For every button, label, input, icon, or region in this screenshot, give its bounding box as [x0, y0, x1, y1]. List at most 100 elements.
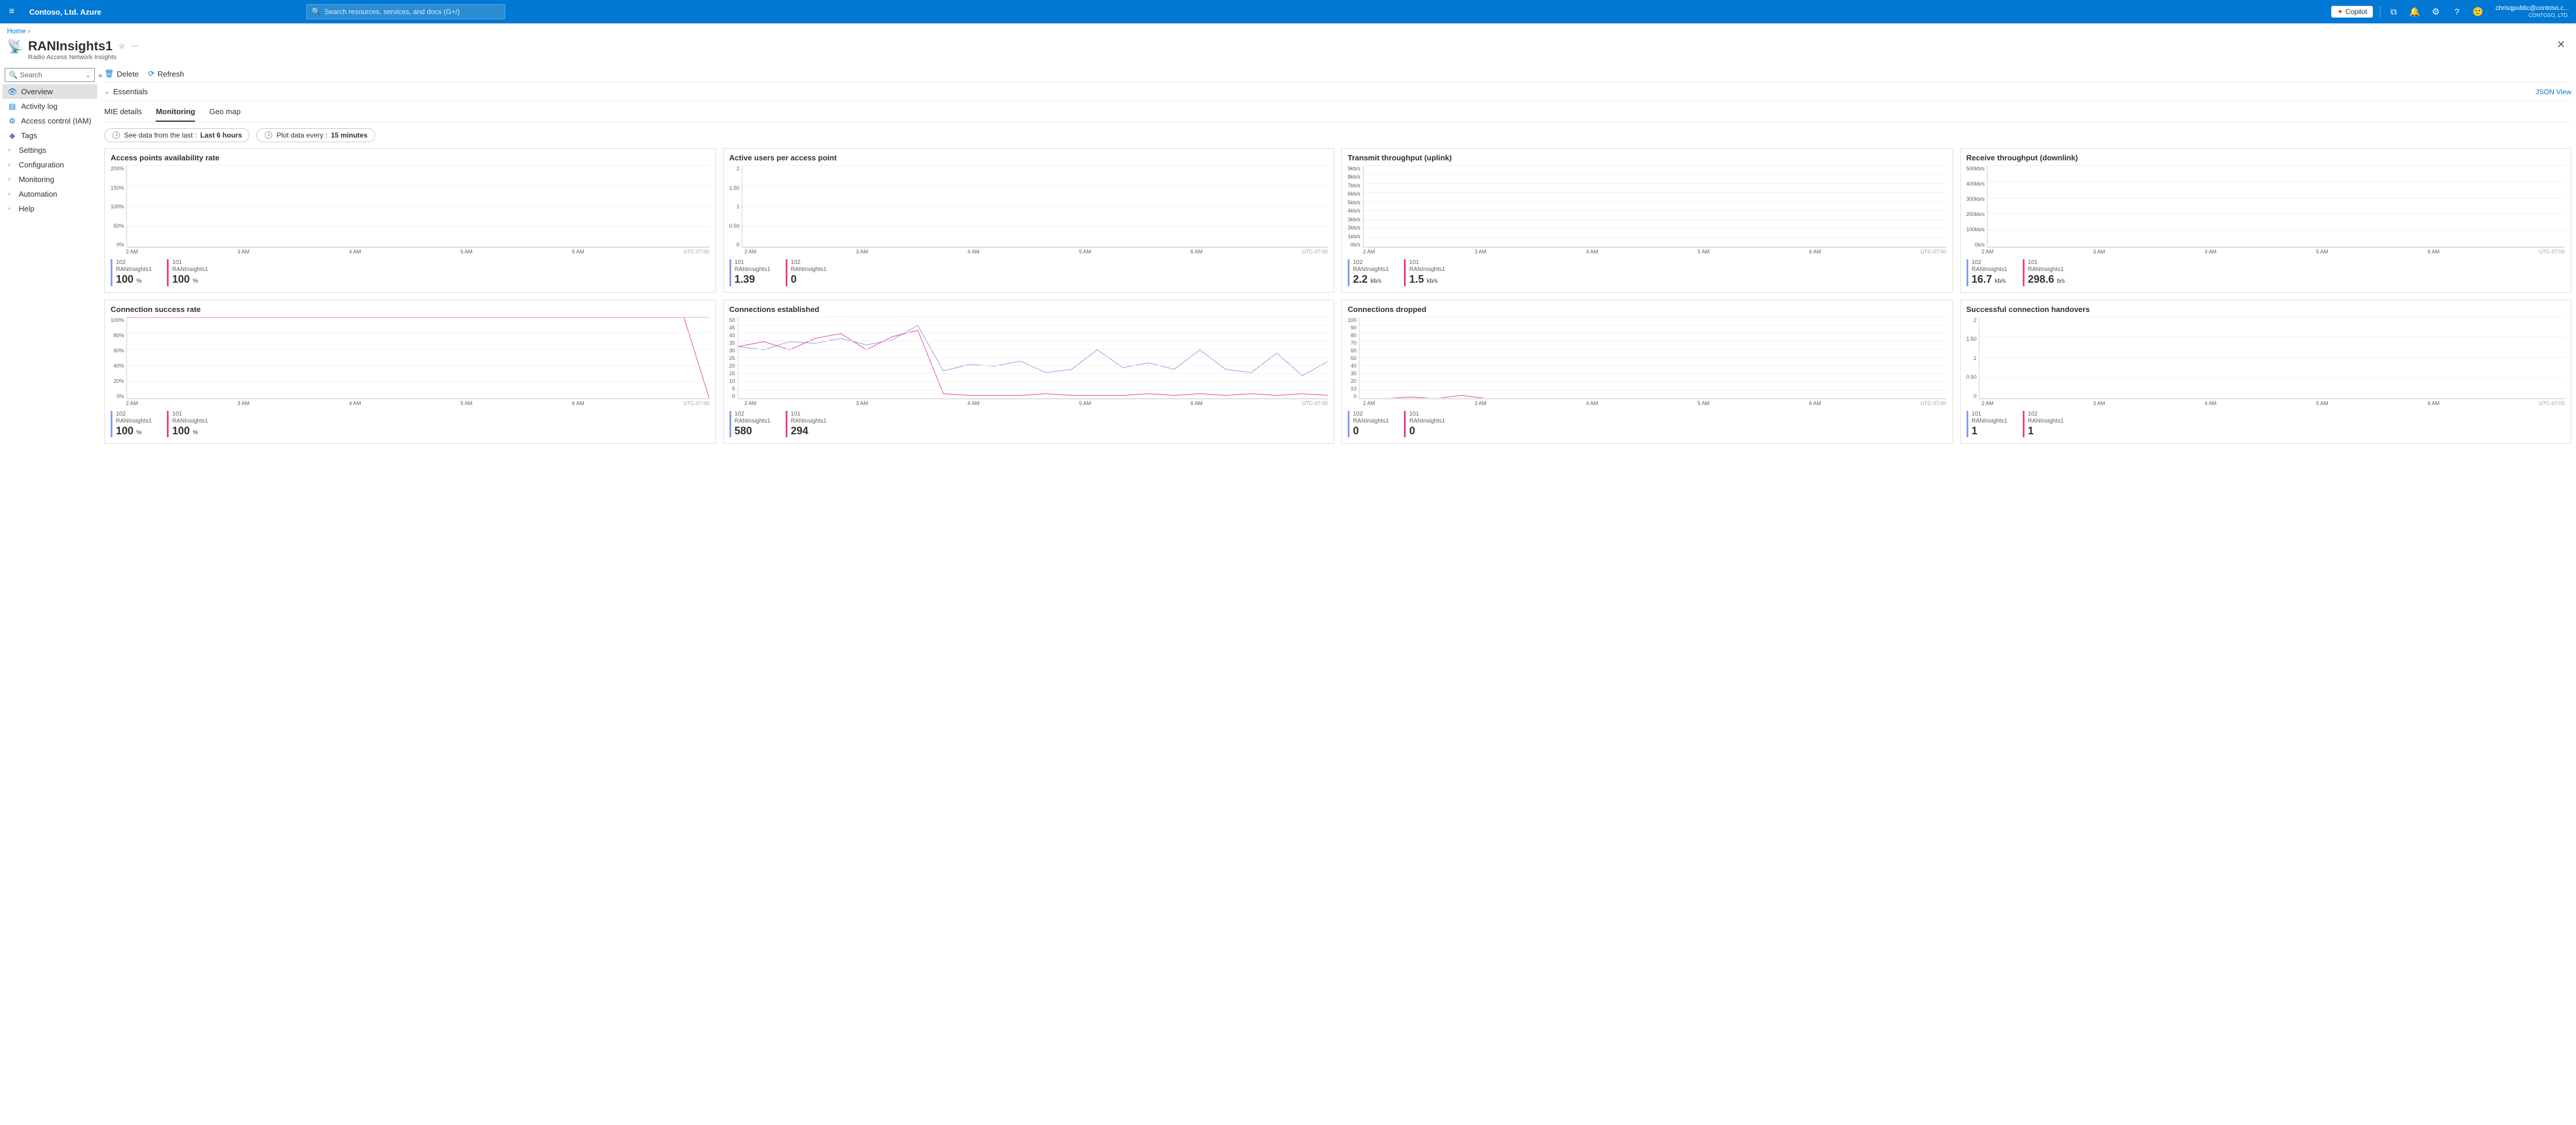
- page-subtitle: Radio Access Network Insights: [28, 54, 139, 61]
- tab-monitoring[interactable]: Monitoring: [156, 105, 195, 122]
- timezone-label: UTC-07:00: [1302, 249, 1328, 255]
- legend-value: 100 %: [172, 425, 208, 438]
- legend-value: 1: [1972, 425, 2008, 438]
- copilot-button[interactable]: ✦ Copilot: [2331, 6, 2373, 18]
- plot-area[interactable]: [742, 166, 1328, 248]
- legend-item: 101RANInsights1298.6 b/s: [2023, 259, 2065, 286]
- sidebar-item-configuration[interactable]: ›Configuration: [2, 157, 97, 172]
- legend-item: 102RANInsights12.2 kb/s: [1348, 259, 1389, 286]
- sidebar-item-automation[interactable]: ›Automation: [2, 187, 97, 201]
- plot-area[interactable]: [1987, 166, 2565, 248]
- sidebar-item-settings[interactable]: ›Settings: [2, 143, 97, 157]
- legend-value: 0: [791, 273, 827, 286]
- legend-value: 298.6 b/s: [2028, 273, 2065, 286]
- plot-area[interactable]: [126, 317, 709, 399]
- legend-name: RANInsights1: [735, 418, 770, 425]
- y-axis: 1009080706050403020100: [1348, 317, 1359, 399]
- legend-item: 101RANInsights11.5 kb/s: [1404, 259, 1445, 286]
- interval-pill[interactable]: 🕒 Plot data every : 15 minutes: [256, 128, 375, 142]
- timezone-label: UTC-07:00: [1920, 249, 1946, 255]
- collapse-sidebar-icon[interactable]: «: [98, 71, 102, 80]
- legend-id: 102: [1353, 411, 1389, 418]
- legend-name: RANInsights1: [1409, 418, 1445, 425]
- plot-area[interactable]: [1363, 166, 1947, 248]
- legend-unit: %: [193, 430, 198, 436]
- legend-item: 101RANInsights10: [1404, 411, 1445, 438]
- legend-name: RANInsights1: [1353, 418, 1389, 425]
- sidebar-item-help[interactable]: ›Help: [2, 201, 97, 216]
- legend-item: 101RANInsights11: [1967, 411, 2008, 438]
- legend-item: 101RANInsights1100 %: [167, 259, 208, 286]
- chart-title: Connections established: [729, 305, 1328, 314]
- chart-plot[interactable]: 21.5010.500: [1967, 317, 2565, 399]
- pin-icon[interactable]: ☆: [118, 42, 125, 51]
- sidebar-item-label: Tags: [21, 131, 37, 140]
- chart-plot[interactable]: 21.5010.500: [729, 166, 1328, 248]
- cloud-shell-icon[interactable]: ⧉: [2383, 7, 2404, 17]
- chart-plot[interactable]: 1009080706050403020100: [1348, 317, 1947, 399]
- plot-area[interactable]: [1359, 317, 1946, 399]
- close-icon[interactable]: ✕: [2557, 39, 2569, 51]
- legend-id: 102: [2028, 411, 2064, 418]
- search-icon: 🔍: [311, 7, 321, 16]
- tab-mie-details[interactable]: MIE details: [104, 105, 142, 122]
- plot-area[interactable]: [738, 317, 1328, 399]
- brand[interactable]: Contoso, Ltd. Azure: [23, 8, 107, 16]
- legend-value: 2.2 kb/s: [1353, 273, 1389, 286]
- legend-id: 102: [1353, 259, 1389, 266]
- sidebar-item-overview[interactable]: 👁Overview: [2, 84, 97, 99]
- legend-value: 100 %: [172, 273, 208, 286]
- sidebar-item-access-control-iam-[interactable]: ⚙Access control (IAM): [2, 114, 97, 128]
- delete-button[interactable]: 🗑 Delete: [104, 69, 139, 78]
- user-account[interactable]: chrisqpublic@contoso.c... CONTOSO, LTD.: [2488, 5, 2576, 19]
- chart-legend: 102RANInsights1580 101RANInsights1294: [729, 406, 1328, 438]
- chevron-right-icon: ›: [8, 191, 14, 197]
- chart-plot[interactable]: 500kb/s400kb/s300kb/s200kb/s100kb/s0b/s: [1967, 166, 2565, 248]
- legend-id: 101: [172, 411, 208, 418]
- help-icon[interactable]: ?: [2446, 7, 2467, 17]
- notifications-icon[interactable]: 🔔: [2404, 6, 2425, 17]
- feedback-icon[interactable]: 🙂: [2467, 6, 2488, 17]
- json-view-link[interactable]: JSON View: [2536, 88, 2571, 96]
- legend-item: 102RANInsights1100 %: [111, 411, 152, 438]
- timezone-label: UTC-07:00: [1302, 400, 1328, 406]
- plot-area[interactable]: [1979, 317, 2565, 399]
- timezone-label: UTC-07:00: [2539, 400, 2565, 406]
- topbar-right: ✦ Copilot ⧉ 🔔 ⚙ ? 🙂 chrisqpublic@contoso…: [2331, 0, 2576, 23]
- time-range-pill[interactable]: 🕒 See data from the last : Last 6 hours: [104, 128, 249, 142]
- legend-name: RANInsights1: [2028, 266, 2065, 273]
- chevron-right-icon: ›: [8, 147, 14, 153]
- legend-name: RANInsights1: [1353, 266, 1389, 273]
- chart-legend: 102RANInsights116.7 kb/s101RANInsights12…: [1967, 255, 2565, 286]
- copilot-label: Copilot: [2345, 8, 2367, 16]
- y-axis: 21.5010.500: [1967, 317, 1979, 399]
- sidebar-search[interactable]: 🔍 Search ⌄ «: [5, 68, 95, 82]
- range-prefix: See data from the last :: [124, 131, 197, 139]
- essentials-toggle[interactable]: ⌄ Essentials JSON View: [104, 83, 2571, 101]
- titlebar: 📡 RANInsights1 ☆ ⋯ Radio Access Network …: [0, 39, 2576, 66]
- sidebar-item-tags[interactable]: ◆Tags: [2, 128, 97, 143]
- x-axis: 2 AM3 AM4 AM5 AM6 AMUTC-07:00: [729, 399, 1328, 406]
- plot-area[interactable]: [126, 166, 709, 248]
- settings-icon[interactable]: ⚙: [2425, 6, 2446, 17]
- breadcrumb-home[interactable]: Home: [7, 27, 26, 35]
- sidebar-item-label: Configuration: [19, 160, 64, 169]
- global-search[interactable]: 🔍: [306, 4, 505, 19]
- sidebar-item-monitoring[interactable]: ›Monitoring: [2, 172, 97, 187]
- chart-title: Transmit throughput (uplink): [1348, 153, 1947, 162]
- tab-geo-map[interactable]: Geo map: [209, 105, 240, 122]
- timezone-label: UTC-07:00: [2539, 249, 2565, 255]
- refresh-button[interactable]: ⟳ Refresh: [148, 69, 184, 78]
- chart-plot[interactable]: 50454035302520151050: [729, 317, 1328, 399]
- menu-icon[interactable]: ≡: [0, 6, 23, 17]
- more-icon[interactable]: ⋯: [131, 42, 139, 51]
- legend-value: 100 %: [116, 425, 152, 438]
- global-search-input[interactable]: [324, 8, 500, 16]
- chart-plot[interactable]: 100%80%60%40%20%0%: [111, 317, 710, 399]
- chart-plot[interactable]: 9kb/s8kb/s7kb/s6kb/s5kb/s4kb/s3kb/s2kb/s…: [1348, 166, 1947, 248]
- chart-plot[interactable]: 200%150%100%50%0%: [111, 166, 710, 248]
- sidebar-item-activity-log[interactable]: ▤Activity log: [2, 99, 97, 114]
- x-axis: 2 AM3 AM4 AM5 AM6 AMUTC-07:00: [1967, 399, 2565, 406]
- chart-title: Successful connection handovers: [1967, 305, 2565, 314]
- legend-value: 1.5 kb/s: [1409, 273, 1445, 286]
